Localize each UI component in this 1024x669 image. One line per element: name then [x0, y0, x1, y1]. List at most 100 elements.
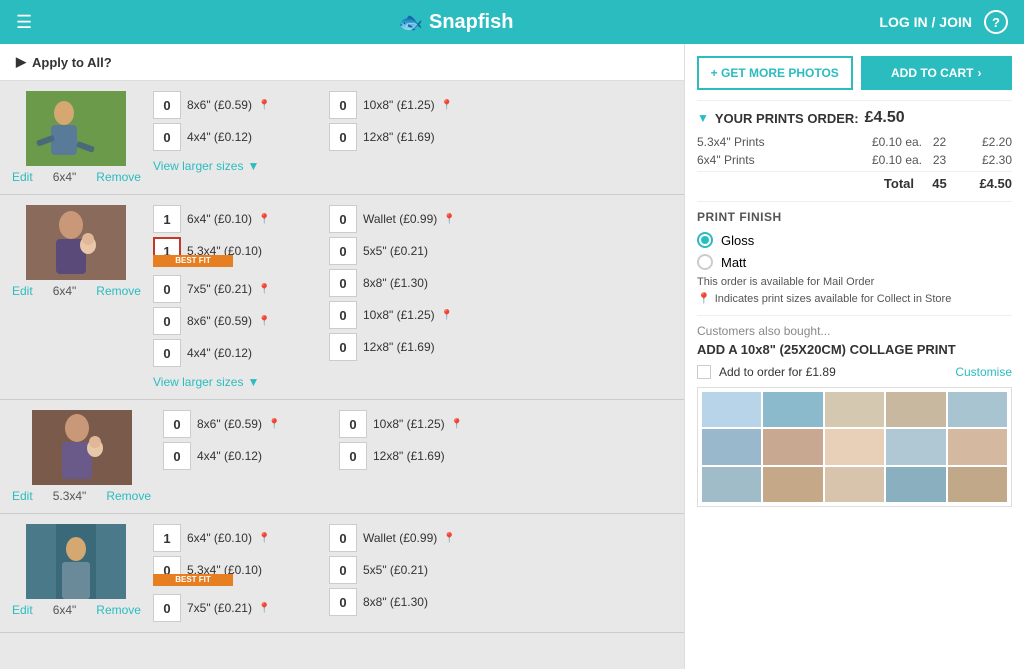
print-size-label: 6x4" (£0.10)	[187, 531, 252, 545]
pin-icon: 📍	[268, 419, 280, 430]
quantity-box[interactable]: 0	[329, 556, 357, 584]
edit-link[interactable]: Edit	[12, 170, 33, 184]
print-options: 1 6x4" (£0.10) 📍 0 5.3x4" (£0.10) BEST F…	[153, 524, 672, 622]
quantity-box[interactable]: 0	[329, 237, 357, 265]
remove-link[interactable]: Remove	[96, 284, 141, 298]
pin-icon: 📍	[258, 100, 270, 111]
quantity-box[interactable]: 0	[153, 91, 181, 119]
print-col-right: 0 Wallet (£0.99) 📍 0 5x5" (£0.21) 0 8x8"…	[329, 524, 489, 622]
print-item-wrapper: 1 5.3x4" (£0.10) BEST FIT	[153, 237, 313, 265]
print-size-label: 10x8" (£1.25)	[363, 98, 435, 112]
view-larger-label: View larger sizes	[153, 159, 243, 173]
pin-icon: 📍	[441, 310, 453, 321]
right-panel: + GET MORE PHOTOS ADD TO CART › ▼ YOUR P…	[684, 44, 1024, 669]
print-size-label: 4x4" (£0.12)	[187, 346, 252, 360]
print-col-right: 0 10x8" (£1.25) 📍 0 12x8" (£1.69)	[329, 91, 489, 151]
print-size-label: 7x5" (£0.21)	[187, 601, 252, 615]
collage-cell	[702, 429, 761, 464]
get-more-photos-button[interactable]: + GET MORE PHOTOS	[697, 56, 853, 90]
print-options-cols: 0 8x6" (£0.59) 📍 0 4x4" (£0.12) 0 10x8" …	[163, 410, 672, 470]
pin-icon: 📍	[451, 419, 463, 430]
quantity-box[interactable]: 0	[329, 588, 357, 616]
collage-cell	[763, 392, 822, 427]
quantity-box[interactable]: 0	[329, 123, 357, 151]
order-total-label: Total	[697, 176, 922, 191]
print-col-left: 0 8x6" (£0.59) 📍 0 4x4" (£0.12)	[153, 91, 313, 151]
view-larger-sizes[interactable]: View larger sizes ▼	[153, 159, 672, 173]
header-right: LOG IN / JOIN ?	[879, 10, 1008, 34]
print-size-label: 8x6" (£0.59)	[197, 417, 262, 431]
print-size-label: 10x8" (£1.25)	[363, 308, 435, 322]
photo-thumbnail	[32, 410, 132, 485]
quantity-box[interactable]: 0	[153, 307, 181, 335]
collage-cell	[886, 429, 945, 464]
print-col-right: 0 Wallet (£0.99) 📍 0 5x5" (£0.21) 0 8x8"…	[329, 205, 489, 367]
print-item: 0 12x8" (£1.69)	[329, 123, 489, 151]
quantity-box[interactable]: 0	[339, 410, 367, 438]
radio-gloss[interactable]	[697, 232, 713, 248]
remove-link[interactable]: Remove	[106, 489, 151, 503]
arrow-right-icon: ›	[977, 66, 981, 80]
help-icon: ?	[992, 15, 1000, 30]
quantity-box[interactable]: 0	[329, 301, 357, 329]
print-item: 0 Wallet (£0.99) 📍	[329, 524, 489, 552]
help-button[interactable]: ?	[984, 10, 1008, 34]
apply-all-bar[interactable]: ▶ Apply to All?	[0, 44, 684, 81]
collect-note-text: Indicates print sizes available for Coll…	[715, 293, 952, 305]
quantity-box[interactable]: 1	[153, 205, 181, 233]
print-item: 0 12x8" (£1.69)	[329, 333, 489, 361]
quantity-box[interactable]: 0	[153, 594, 181, 622]
quantity-box[interactable]: 0	[153, 123, 181, 151]
photo-actions: Edit 6x4" Remove	[12, 170, 141, 184]
photo-actions: Edit 6x4" Remove	[12, 603, 141, 617]
chevron-down-icon: ▼	[247, 159, 259, 173]
order-title: ▼ YOUR PRINTS ORDER: £4.50	[697, 109, 1012, 127]
print-options-cols: 1 6x4" (£0.10) 📍 0 5.3x4" (£0.10) BEST F…	[153, 524, 672, 622]
photo-thumbnail	[26, 205, 126, 280]
quantity-box[interactable]: 1	[153, 524, 181, 552]
print-col-left: 1 6x4" (£0.10) 📍 0 5.3x4" (£0.10) BEST F…	[153, 524, 313, 622]
order-title-text: YOUR PRINTS ORDER:	[715, 111, 859, 126]
quantity-box[interactable]: 0	[329, 524, 357, 552]
add-order-checkbox[interactable]	[697, 365, 711, 379]
edit-link[interactable]: Edit	[12, 489, 33, 503]
quantity-box[interactable]: 0	[153, 275, 181, 303]
edit-link[interactable]: Edit	[12, 284, 33, 298]
add-to-cart-button[interactable]: ADD TO CART ›	[861, 56, 1013, 90]
view-larger-sizes[interactable]: View larger sizes ▼	[153, 375, 672, 389]
edit-link[interactable]: Edit	[12, 603, 33, 617]
photo-size: 6x4"	[53, 284, 77, 298]
finish-option-matt[interactable]: Matt	[697, 254, 1012, 270]
print-item: 0 4x4" (£0.12)	[153, 123, 313, 151]
quantity-box[interactable]: 0	[339, 442, 367, 470]
print-col-left: 0 8x6" (£0.59) 📍 0 4x4" (£0.12)	[163, 410, 323, 470]
print-item: 1 6x4" (£0.10) 📍	[153, 524, 313, 552]
print-size-label: 5x5" (£0.21)	[363, 244, 428, 258]
order-total-row: Total 45 £4.50	[697, 171, 1012, 191]
print-options-cols: 0 8x6" (£0.59) 📍 0 4x4" (£0.12) 0 10x8" …	[153, 91, 672, 151]
pin-icon: 📍	[443, 214, 455, 225]
quantity-box[interactable]: 0	[153, 339, 181, 367]
customise-link[interactable]: Customise	[955, 365, 1012, 379]
quantity-box[interactable]: 0	[329, 205, 357, 233]
quantity-box[interactable]: 0	[329, 333, 357, 361]
customers-section: Customers also bought... ADD A 10x8" (25…	[697, 315, 1012, 507]
print-item: 0 7x5" (£0.21) 📍	[153, 275, 313, 303]
quantity-box[interactable]: 0	[163, 410, 191, 438]
remove-link[interactable]: Remove	[96, 603, 141, 617]
collage-cell	[948, 467, 1007, 502]
hamburger-menu-icon[interactable]: ☰	[16, 12, 32, 33]
radio-matt[interactable]	[697, 254, 713, 270]
print-item: 0 5x5" (£0.21)	[329, 556, 489, 584]
print-col-left: 1 6x4" (£0.10) 📍 1 5.3x4" (£0.10) BEST F…	[153, 205, 313, 367]
remove-link[interactable]: Remove	[96, 170, 141, 184]
finish-option-gloss[interactable]: Gloss	[697, 232, 1012, 248]
photo-thumbnail	[26, 91, 126, 166]
print-size-label: 12x8" (£1.69)	[373, 449, 445, 463]
print-item: 0 8x6" (£0.59) 📍	[163, 410, 323, 438]
quantity-box[interactable]: 0	[329, 269, 357, 297]
quantity-box[interactable]: 0	[163, 442, 191, 470]
quantity-box[interactable]: 0	[329, 91, 357, 119]
login-link[interactable]: LOG IN / JOIN	[879, 14, 972, 30]
add-order-label: Add to order for £1.89	[719, 365, 947, 379]
